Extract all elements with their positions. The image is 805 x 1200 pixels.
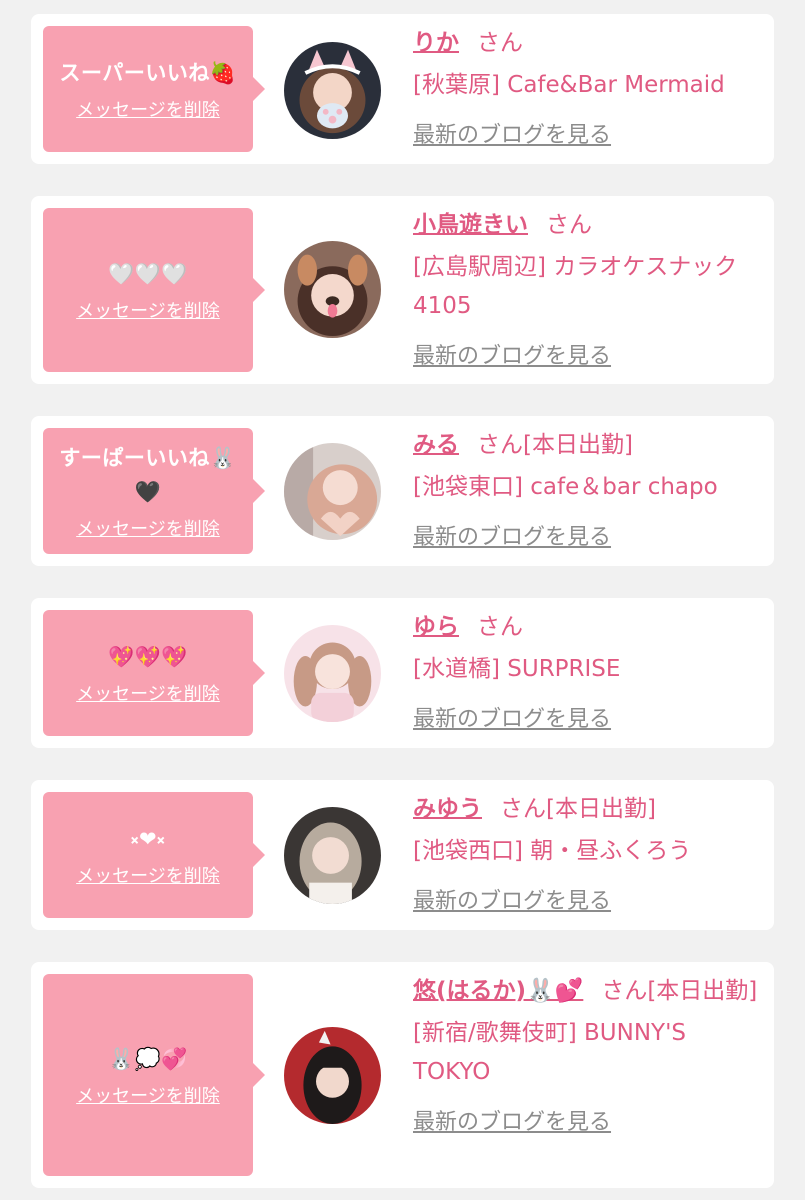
message-card: 🤍🤍🤍 メッセージを削除 小鳥遊きい さん [広島駅周辺] カラオケスナック 41… <box>31 196 774 384</box>
message-card: 💖💖💖 メッセージを削除 ゆら さん [水道橋] SURPRISE 最新のブログを… <box>31 598 774 748</box>
user-info: 小鳥遊きい さん [広島駅周辺] カラオケスナック 4105 最新のブログを見る <box>413 206 763 376</box>
user-name-link[interactable]: 小鳥遊きい <box>413 212 528 238</box>
message-card: ༝❤︎༝ メッセージを削除 みゆう さん[本日出勤] [池袋西口] 朝・昼ふくろう… <box>31 780 774 930</box>
shop-name: [広島駅周辺] カラオケスナック 4105 <box>413 254 738 319</box>
message-bubble: 🐰💭💞 メッセージを削除 <box>43 974 265 1176</box>
delete-message-link[interactable]: メッセージを削除 <box>76 297 220 323</box>
shop-name: [池袋西口] 朝・昼ふくろう <box>413 838 692 864</box>
user-info: 悠(はるか)🐰💕 さん[本日出勤] [新宿/歌舞伎町] BUNNY'S TOKYO… <box>413 972 763 1142</box>
message-text: 🤍🤍🤍 <box>108 262 188 286</box>
user-name-link[interactable]: みゆう <box>413 796 482 822</box>
message-text: ༝❤︎༝ <box>130 827 166 851</box>
shop-name: [秋葉原] Cafe&Bar Mermaid <box>413 72 725 98</box>
girl-avatar-red-bg-icon <box>284 1027 381 1124</box>
message-bubble: すーぱーいいね🐰🖤 メッセージを削除 <box>43 428 265 554</box>
honorific: さん[本日出勤] <box>477 432 633 458</box>
blog-link[interactable]: 最新のブログを見る <box>413 337 611 376</box>
message-bubble: ༝❤︎༝ メッセージを削除 <box>43 792 265 918</box>
avatar[interactable] <box>284 443 381 540</box>
girl-avatar-dog-filter-icon <box>284 241 381 338</box>
user-info: ゆら さん [水道橋] SURPRISE 最新のブログを見る <box>413 608 763 739</box>
delete-message-link[interactable]: メッセージを削除 <box>76 96 220 122</box>
avatar[interactable] <box>284 42 381 139</box>
blog-link[interactable]: 最新のブログを見る <box>413 518 611 557</box>
blog-link[interactable]: 最新のブログを見る <box>413 1103 611 1142</box>
user-info: りか さん [秋葉原] Cafe&Bar Mermaid 最新のブログを見る <box>413 24 763 155</box>
user-name-link[interactable]: 悠(はるか)🐰💕 <box>413 978 583 1004</box>
delete-message-link[interactable]: メッセージを削除 <box>76 680 220 706</box>
honorific: さん <box>477 30 523 56</box>
avatar[interactable] <box>284 1027 381 1124</box>
message-bubble: スーパーいいね🍓 メッセージを削除 <box>43 26 265 152</box>
message-text: すーぱーいいね🐰🖤 <box>59 446 237 504</box>
user-name-link[interactable]: りか <box>413 30 459 56</box>
avatar[interactable] <box>284 807 381 904</box>
shop-name: [新宿/歌舞伎町] BUNNY'S TOKYO <box>413 1020 687 1085</box>
honorific: さん <box>546 212 592 238</box>
blog-link[interactable]: 最新のブログを見る <box>413 700 611 739</box>
message-bubble: 🤍🤍🤍 メッセージを削除 <box>43 208 265 372</box>
user-name-link[interactable]: みる <box>413 432 459 458</box>
message-text: スーパーいいね🍓 <box>59 61 237 85</box>
delete-message-link[interactable]: メッセージを削除 <box>76 1082 220 1108</box>
message-text: 🐰💭💞 <box>108 1047 188 1071</box>
delete-message-link[interactable]: メッセージを削除 <box>76 515 220 541</box>
blog-link[interactable]: 最新のブログを見る <box>413 882 611 921</box>
blog-link[interactable]: 最新のブログを見る <box>413 116 611 155</box>
girl-avatar-ash-hair-icon <box>284 807 381 904</box>
avatar[interactable] <box>284 241 381 338</box>
message-card: スーパーいいね🍓 メッセージを削除 りか さん [秋葉原] Cafe&Bar Me… <box>31 14 774 164</box>
honorific: さん <box>477 614 523 640</box>
message-card: すーぱーいいね🐰🖤 メッセージを削除 みる さん[本日出勤] [池袋東口] caf… <box>31 416 774 566</box>
honorific: さん[本日出勤] <box>601 978 758 1004</box>
girl-avatar-cat-ears-icon <box>284 42 381 139</box>
user-info: みゆう さん[本日出勤] [池袋西口] 朝・昼ふくろう 最新のブログを見る <box>413 790 763 921</box>
message-bubble: 💖💖💖 メッセージを削除 <box>43 610 265 736</box>
avatar[interactable] <box>284 625 381 722</box>
message-card: 🐰💭💞 メッセージを削除 悠(はるか)🐰💕 さん[本日出勤] [新宿/歌舞伎町] … <box>31 962 774 1188</box>
shop-name: [池袋東口] cafe＆bar chapo <box>413 474 718 500</box>
delete-message-link[interactable]: メッセージを削除 <box>76 862 220 888</box>
user-name-link[interactable]: ゆら <box>413 614 459 640</box>
girl-avatar-twintails-icon <box>284 625 381 722</box>
user-info: みる さん[本日出勤] [池袋東口] cafe＆bar chapo 最新のブログを… <box>413 426 763 557</box>
shop-name: [水道橋] SURPRISE <box>413 656 621 682</box>
message-text: 💖💖💖 <box>108 645 188 669</box>
honorific: さん[本日出勤] <box>500 796 656 822</box>
girl-avatar-heart-hands-icon <box>284 443 381 540</box>
